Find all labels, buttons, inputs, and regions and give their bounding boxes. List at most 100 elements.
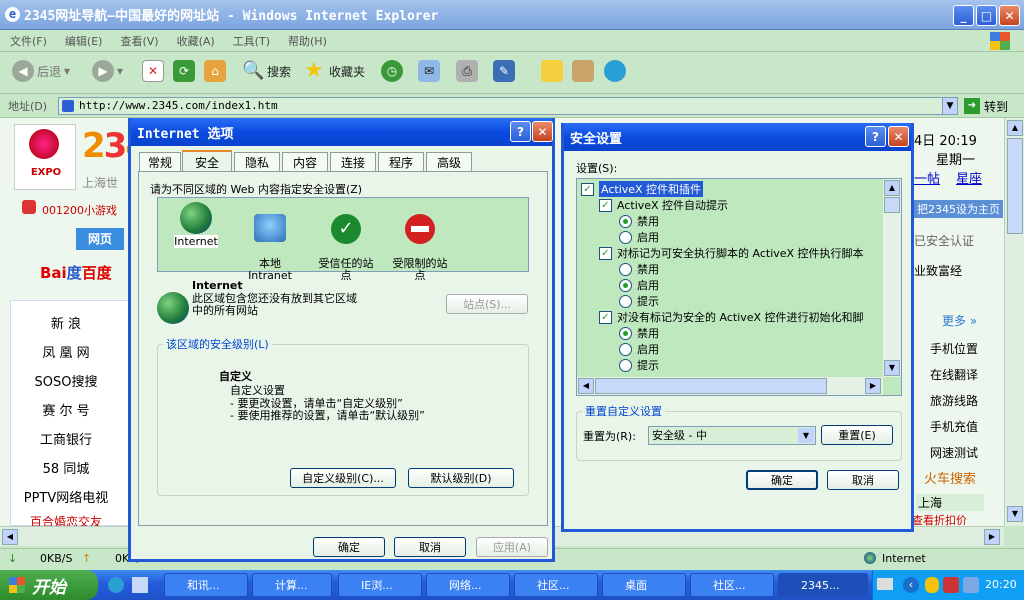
- right-link-travel[interactable]: 旅游线路: [918, 392, 990, 409]
- set-homepage-link[interactable]: 把2345设为主页: [914, 200, 1003, 218]
- options-apply-button[interactable]: 应用(A): [476, 537, 548, 557]
- research-icon[interactable]: [572, 60, 594, 82]
- history-icon[interactable]: ◷: [381, 60, 403, 82]
- stop-icon[interactable]: ✕: [142, 60, 164, 82]
- game-link[interactable]: 001200小游戏: [42, 202, 117, 218]
- tree-init-unsafe-activex[interactable]: ✓ 对没有标记为安全的 ActiveX 控件进行初始化和脚: [599, 309, 864, 325]
- baidu-logo[interactable]: Bai度百度: [40, 262, 112, 283]
- sidebar-item-soso[interactable]: SOSO搜搜: [11, 371, 121, 390]
- link-horoscope[interactable]: 星座: [956, 168, 982, 187]
- address-dropdown[interactable]: ▼: [942, 97, 958, 115]
- tree-option-disable[interactable]: 禁用: [619, 213, 659, 229]
- tree-horizontal-scrollbar[interactable]: ◀ ▶: [577, 377, 883, 395]
- tab-web[interactable]: 网页: [76, 228, 124, 250]
- menu-file[interactable]: 文件(F): [10, 33, 47, 49]
- menu-help[interactable]: 帮助(H): [288, 33, 327, 49]
- right-link-speedtest[interactable]: 网速测试: [918, 444, 990, 461]
- browser-title-bar[interactable]: e 2345网址导航—中国最好的网址站 - Windows Internet E…: [0, 0, 1024, 30]
- right-link-translate[interactable]: 在线翻译: [918, 366, 990, 383]
- settings-help-button[interactable]: ?: [865, 126, 886, 147]
- sidebar-item-seer[interactable]: 赛 尔 号: [11, 400, 121, 419]
- task-ie-browser[interactable]: IE浏...: [338, 573, 422, 597]
- wealth-link[interactable]: 业致富经: [914, 262, 962, 279]
- internet-options-title-bar[interactable]: Internet 选项: [131, 118, 552, 146]
- options-help-button[interactable]: ?: [510, 121, 531, 142]
- more-link[interactable]: 更多 »: [942, 312, 977, 329]
- tray-app-icon[interactable]: [943, 577, 959, 593]
- menu-view[interactable]: 查看(V): [120, 33, 158, 49]
- tree-activex-category[interactable]: ✓ ActiveX 控件和插件: [581, 181, 704, 197]
- tree-option-enable[interactable]: 启用: [619, 341, 659, 357]
- sidebar-item-ifeng[interactable]: 凤 凰 网: [11, 342, 121, 361]
- reset-button[interactable]: 重置(E): [821, 425, 893, 445]
- qq-icon[interactable]: [925, 577, 939, 593]
- start-button[interactable]: 开始: [0, 570, 98, 600]
- options-close-button[interactable]: ✕: [532, 121, 553, 142]
- sidebar-item-pptv[interactable]: PPTV网络电视: [11, 487, 121, 506]
- tree-activex-auto-prompt[interactable]: ✓ ActiveX 控件自动提示: [599, 197, 728, 213]
- tab-privacy[interactable]: 隐私: [234, 152, 280, 171]
- maximize-button[interactable]: □: [976, 5, 997, 26]
- tab-programs[interactable]: 程序: [378, 152, 424, 171]
- tree-script-safe-activex[interactable]: ✓ 对标记为可安全执行脚本的 ActiveX 控件执行脚本: [599, 245, 864, 261]
- tree-vertical-scrollbar[interactable]: ▲ ▼: [883, 179, 901, 377]
- security-settings-title-bar[interactable]: 安全设置: [564, 123, 911, 151]
- zone-internet[interactable]: Internet: [166, 202, 226, 248]
- right-link-phone-location[interactable]: 手机位置: [918, 340, 990, 357]
- task-community-1[interactable]: 社区...: [514, 573, 598, 597]
- sidebar-item-58[interactable]: 58 同城: [11, 458, 121, 477]
- tree-option-disable[interactable]: 禁用: [619, 261, 659, 277]
- keyboard-icon[interactable]: [877, 578, 893, 590]
- task-desktop[interactable]: 桌面: [602, 573, 686, 597]
- address-input[interactable]: http://www.2345.com/index1.htm: [58, 97, 958, 115]
- custom-level-button[interactable]: 自定义级别(C)...: [290, 468, 396, 488]
- print-icon[interactable]: ⎙: [456, 60, 478, 82]
- vertical-scrollbar[interactable]: ▲ ▼: [1004, 118, 1024, 526]
- settings-ok-button[interactable]: 确定: [746, 470, 818, 490]
- home-icon[interactable]: ⌂: [204, 60, 226, 82]
- edit-icon[interactable]: ✎: [493, 60, 515, 82]
- go-button[interactable]: ➜ 转到: [964, 97, 1020, 115]
- tray-network-icon[interactable]: [963, 577, 979, 593]
- forward-button[interactable]: ▶ ▾: [92, 60, 123, 82]
- task-calculator[interactable]: 计算...: [252, 573, 332, 597]
- default-level-button[interactable]: 默认级别(D): [408, 468, 514, 488]
- tab-advanced[interactable]: 高级: [426, 152, 472, 171]
- sidebar-item-sina[interactable]: 新 浪: [11, 313, 121, 332]
- menu-edit[interactable]: 编辑(E): [65, 33, 103, 49]
- refresh-icon[interactable]: ⟳: [173, 60, 195, 82]
- tree-option-prompt[interactable]: 提示: [619, 293, 659, 309]
- tab-general[interactable]: 常规: [139, 152, 181, 171]
- sidebar-item-icbc[interactable]: 工商银行: [11, 429, 121, 448]
- settings-tree[interactable]: ✓ ActiveX 控件和插件 ✓ ActiveX 控件自动提示 禁用 启用 ✓…: [576, 178, 902, 396]
- tree-option-disable[interactable]: 禁用: [619, 325, 659, 341]
- train-search-title[interactable]: 火车搜索: [924, 468, 976, 487]
- menu-favorites[interactable]: 收藏(A): [177, 33, 215, 49]
- tab-security[interactable]: 安全: [182, 150, 232, 172]
- options-cancel-button[interactable]: 取消: [394, 537, 466, 557]
- tab-connections[interactable]: 连接: [330, 152, 376, 171]
- tray-expand-icon[interactable]: ‹: [903, 577, 919, 593]
- zone-local-intranet[interactable]: 本地 Intranet: [240, 202, 300, 282]
- menu-tools[interactable]: 工具(T): [233, 33, 270, 49]
- settings-cancel-button[interactable]: 取消: [827, 470, 899, 490]
- tree-option-prompt[interactable]: 提示: [619, 357, 659, 373]
- minimize-button[interactable]: _: [953, 5, 974, 26]
- settings-close-button[interactable]: ✕: [888, 126, 909, 147]
- tree-option-enable[interactable]: 启用: [619, 277, 659, 293]
- tab-content[interactable]: 内容: [282, 152, 328, 171]
- quicklaunch-desktop-icon[interactable]: [132, 577, 148, 593]
- task-network[interactable]: 网络...: [426, 573, 510, 597]
- tree-option-enable[interactable]: 启用: [619, 229, 659, 245]
- messenger-icon[interactable]: [604, 60, 626, 82]
- zone-restricted-sites[interactable]: 受限制的站 点: [388, 202, 452, 282]
- task-community-2[interactable]: 社区...: [690, 573, 774, 597]
- mail-icon[interactable]: ✉: [418, 60, 440, 82]
- task-hexun[interactable]: 和讯...: [164, 573, 248, 597]
- task-2345[interactable]: 2345...: [778, 573, 868, 597]
- link-post[interactable]: 一帖: [914, 168, 940, 187]
- back-button[interactable]: ◀ 后退 ▾: [12, 60, 70, 82]
- search-button[interactable]: 🔍 搜索: [242, 60, 291, 82]
- zone-trusted-sites[interactable]: ✓ 受信任的站 点: [314, 202, 378, 282]
- quicklaunch-ie-icon[interactable]: [108, 577, 124, 593]
